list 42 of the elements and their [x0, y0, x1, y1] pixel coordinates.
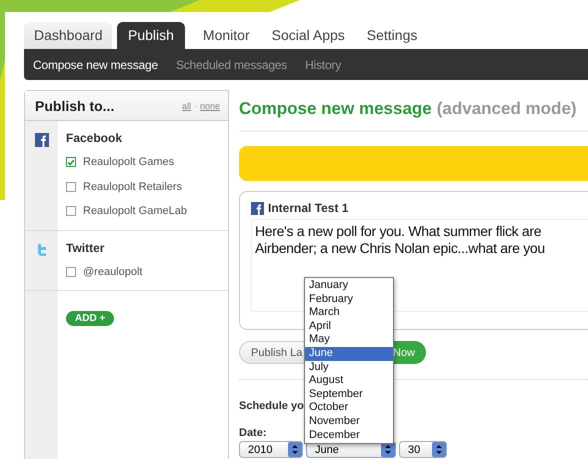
mode-note: (advanced mode)	[436, 99, 577, 119]
month-option[interactable]: October	[305, 401, 393, 415]
subnav-link[interactable]: Compose new message	[33, 58, 158, 72]
date-label: Date:	[239, 427, 267, 439]
network-name: Twitter	[66, 240, 106, 254]
month-option[interactable]: September	[305, 388, 393, 402]
month-option[interactable]: December	[305, 428, 393, 442]
month-option[interactable]: July	[305, 360, 393, 374]
account-checkbox[interactable]	[66, 206, 76, 216]
subnav-link[interactable]: Scheduled messages	[176, 58, 288, 72]
account-name: Internal Test 1	[268, 201, 348, 215]
separator-dot: ·	[194, 100, 197, 110]
nav-tab[interactable]: Publish	[117, 22, 185, 49]
nav-tab[interactable]: Settings	[356, 22, 428, 49]
account-checkbox[interactable]	[66, 266, 76, 277]
sidebar-title: Publish to...	[35, 98, 114, 114]
subnav-link[interactable]: History	[305, 58, 342, 72]
month-option[interactable]: May	[305, 333, 393, 347]
facebook-icon	[251, 202, 264, 214]
nav-tab[interactable]: Dashboard	[24, 22, 112, 49]
publish-later-button[interactable]: Publish La	[239, 341, 304, 364]
account-checkbox[interactable]	[66, 182, 76, 192]
year-select[interactable]: 2010	[239, 441, 303, 458]
account-checkbox[interactable]	[66, 157, 76, 168]
account-label: @reaulopolt	[83, 266, 142, 278]
twitter-icon	[36, 242, 48, 256]
nav-tab[interactable]: Social Apps	[262, 22, 355, 49]
month-option[interactable]: February	[305, 292, 393, 306]
month-option[interactable]: April	[305, 320, 393, 334]
month-option[interactable]: June	[305, 346, 393, 361]
day-select[interactable]: 30	[399, 441, 447, 458]
page-title: Compose new message	[239, 99, 432, 119]
month-option[interactable]: January	[305, 279, 393, 293]
network-name: Facebook	[66, 131, 124, 145]
account-label: Reaulopolt Games	[83, 156, 174, 168]
account-label: Reaulopolt GameLab	[83, 205, 187, 218]
account-label: Reaulopolt Retailers	[83, 180, 182, 193]
stepper-arrows-icon	[288, 442, 302, 457]
nav-tab[interactable]: Monitor	[192, 22, 260, 49]
stepper-arrows-icon	[432, 442, 446, 457]
facebook-icon	[34, 133, 48, 147]
month-option[interactable]: November	[305, 414, 393, 429]
